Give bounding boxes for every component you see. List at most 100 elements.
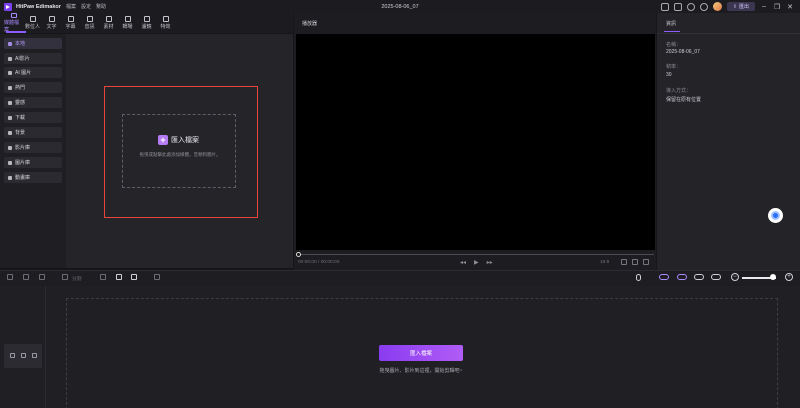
help-icon[interactable] xyxy=(686,2,695,11)
sidebar-item-local[interactable]: 本地 xyxy=(4,38,62,49)
sidebar-item-animation-library[interactable]: 動畫庫 xyxy=(4,172,62,183)
sidebar-item-background[interactable]: 背景 xyxy=(4,127,62,138)
import-file-button[interactable]: + 匯入檔案 xyxy=(158,135,199,145)
timeline-import-button[interactable]: 匯入檔案 xyxy=(379,345,463,361)
timeline-hint: 拖曳圖片、影片到這裡，開始剪輯吧~ xyxy=(379,368,463,374)
sidebar-item-download[interactable]: 下載 xyxy=(4,112,62,123)
dropzone-hint: 拖曳或點擊此處添加媒體，音頻和圖片。 xyxy=(139,152,221,157)
next-frame-icon[interactable]: ▸▸ xyxy=(487,259,493,266)
filter-icon xyxy=(143,16,150,22)
text-tool-icon[interactable] xyxy=(116,274,122,280)
project-title: 2025-08-06_07 xyxy=(381,3,419,10)
inspiration-icon xyxy=(8,100,12,105)
main-toolbar: 媒體檔案 數位人 文字 字幕 音訊 素材 轉場 濾鏡 特效 xyxy=(0,13,293,33)
split-icon[interactable] xyxy=(62,274,68,280)
menu-help[interactable]: 幫助 xyxy=(96,3,106,10)
menu-file[interactable]: 檔案 xyxy=(66,3,76,10)
export-button[interactable]: ⇪ 匯出 xyxy=(726,2,755,11)
track-view-icon[interactable] xyxy=(711,274,721,280)
fullscreen-icon[interactable] xyxy=(643,259,649,265)
info-name-value: 2025-08-06_07 xyxy=(666,49,700,55)
redo-icon[interactable] xyxy=(23,274,29,280)
preview-screen xyxy=(296,34,655,250)
plus-icon: + xyxy=(158,135,168,145)
previous-frame-icon[interactable]: ◂◂ xyxy=(460,259,466,266)
crop-icon[interactable] xyxy=(100,274,106,280)
zoom-slider-knob[interactable] xyxy=(770,274,776,280)
transition-icon xyxy=(124,16,131,22)
sidebar-item-inspiration[interactable]: 靈感 xyxy=(4,97,62,108)
user-avatar[interactable] xyxy=(712,2,722,11)
sidebar-item-video-library[interactable]: 影片庫 xyxy=(4,142,62,153)
aspect-ratio-select[interactable]: 16:9 xyxy=(600,260,609,265)
tool-transition[interactable]: 轉場 xyxy=(118,13,137,33)
snapshot-icon[interactable] xyxy=(621,259,627,265)
title-bar: HitPaw Edimakor 檔案 設定 幫助 2025-08-06_07 ⇪… xyxy=(0,0,800,13)
menu-settings[interactable]: 設定 xyxy=(81,3,91,10)
download-icon xyxy=(8,115,12,120)
playback-progress[interactable] xyxy=(298,254,654,255)
info-import-mode-label: 導入方式： xyxy=(666,88,692,94)
import-label: 匯入檔案 xyxy=(171,137,199,144)
info-divider xyxy=(657,33,800,34)
visibility-icon[interactable] xyxy=(21,353,26,358)
assistant-button[interactable] xyxy=(768,208,783,223)
tool-avatar[interactable]: 數位人 xyxy=(23,13,42,33)
microphone-icon[interactable] xyxy=(636,274,641,281)
tool-filter[interactable]: 濾鏡 xyxy=(137,13,156,33)
sidebar-item-popular[interactable]: 熱門 xyxy=(4,82,62,93)
lock-icon[interactable] xyxy=(10,353,15,358)
tool-media[interactable]: 媒體檔案 xyxy=(4,13,23,33)
speed-icon[interactable] xyxy=(154,274,160,280)
minimize-icon[interactable]: – xyxy=(760,3,768,11)
sticker-icon xyxy=(105,16,112,22)
tool-sticker[interactable]: 素材 xyxy=(99,13,118,33)
tool-audio[interactable]: 音訊 xyxy=(80,13,99,33)
zoom-in-icon[interactable]: + xyxy=(785,273,793,281)
media-dropzone[interactable] xyxy=(122,114,236,188)
play-icon[interactable]: ▶ xyxy=(474,259,479,266)
tab-info[interactable]: 資訊 xyxy=(666,20,676,27)
snap-icon[interactable] xyxy=(659,274,669,280)
tool-text[interactable]: 文字 xyxy=(42,13,61,33)
tool-subtitle[interactable]: 字幕 xyxy=(61,13,80,33)
zoom-out-icon[interactable]: − xyxy=(731,273,739,281)
restore-icon[interactable]: ❐ xyxy=(773,3,781,11)
feedback-icon[interactable] xyxy=(673,2,682,11)
chain-icon[interactable] xyxy=(694,274,704,280)
avatar-icon xyxy=(29,16,36,22)
volume-icon[interactable] xyxy=(632,259,638,265)
close-icon[interactable]: ✕ xyxy=(786,3,794,11)
player-title: 播放器 xyxy=(302,21,318,27)
export-label: 匯出 xyxy=(738,4,749,10)
undo-icon[interactable] xyxy=(7,274,13,280)
folder-icon xyxy=(8,41,12,46)
menu-bar: 檔案 設定 幫助 xyxy=(66,3,106,10)
split-label: 分割 xyxy=(72,277,82,282)
upload-icon: ⇪ xyxy=(732,3,737,10)
link-clips-icon[interactable] xyxy=(677,274,687,280)
active-tab-indicator xyxy=(6,31,26,33)
ai-video-icon xyxy=(8,56,12,61)
playhead-knob[interactable] xyxy=(296,252,301,257)
tool-effect[interactable]: 特效 xyxy=(156,13,175,33)
audio-icon xyxy=(86,16,93,22)
playback-controls: ◂◂ ▶ ▸▸ xyxy=(460,259,493,266)
info-fps-label: 幀率： xyxy=(666,64,682,70)
video-library-icon xyxy=(8,145,12,150)
popular-icon xyxy=(8,85,12,90)
assistant-icon xyxy=(771,211,780,220)
ai-image-icon xyxy=(8,70,12,75)
layout-icon[interactable] xyxy=(660,2,669,11)
media-icon xyxy=(10,13,17,18)
info-fps-value: 30 xyxy=(666,72,672,78)
mute-icon[interactable] xyxy=(32,353,37,358)
ai-tool-icon[interactable] xyxy=(131,274,137,280)
sidebar-item-ai-image[interactable]: AI 圖片 xyxy=(4,67,62,78)
image-library-icon xyxy=(8,160,12,165)
download-icon[interactable] xyxy=(699,2,708,11)
sidebar-item-ai-video[interactable]: AI影片 xyxy=(4,53,62,64)
delete-icon[interactable] xyxy=(39,274,45,280)
info-name-label: 名稱： xyxy=(666,42,682,48)
sidebar-item-image-library[interactable]: 圖片庫 xyxy=(4,157,62,168)
